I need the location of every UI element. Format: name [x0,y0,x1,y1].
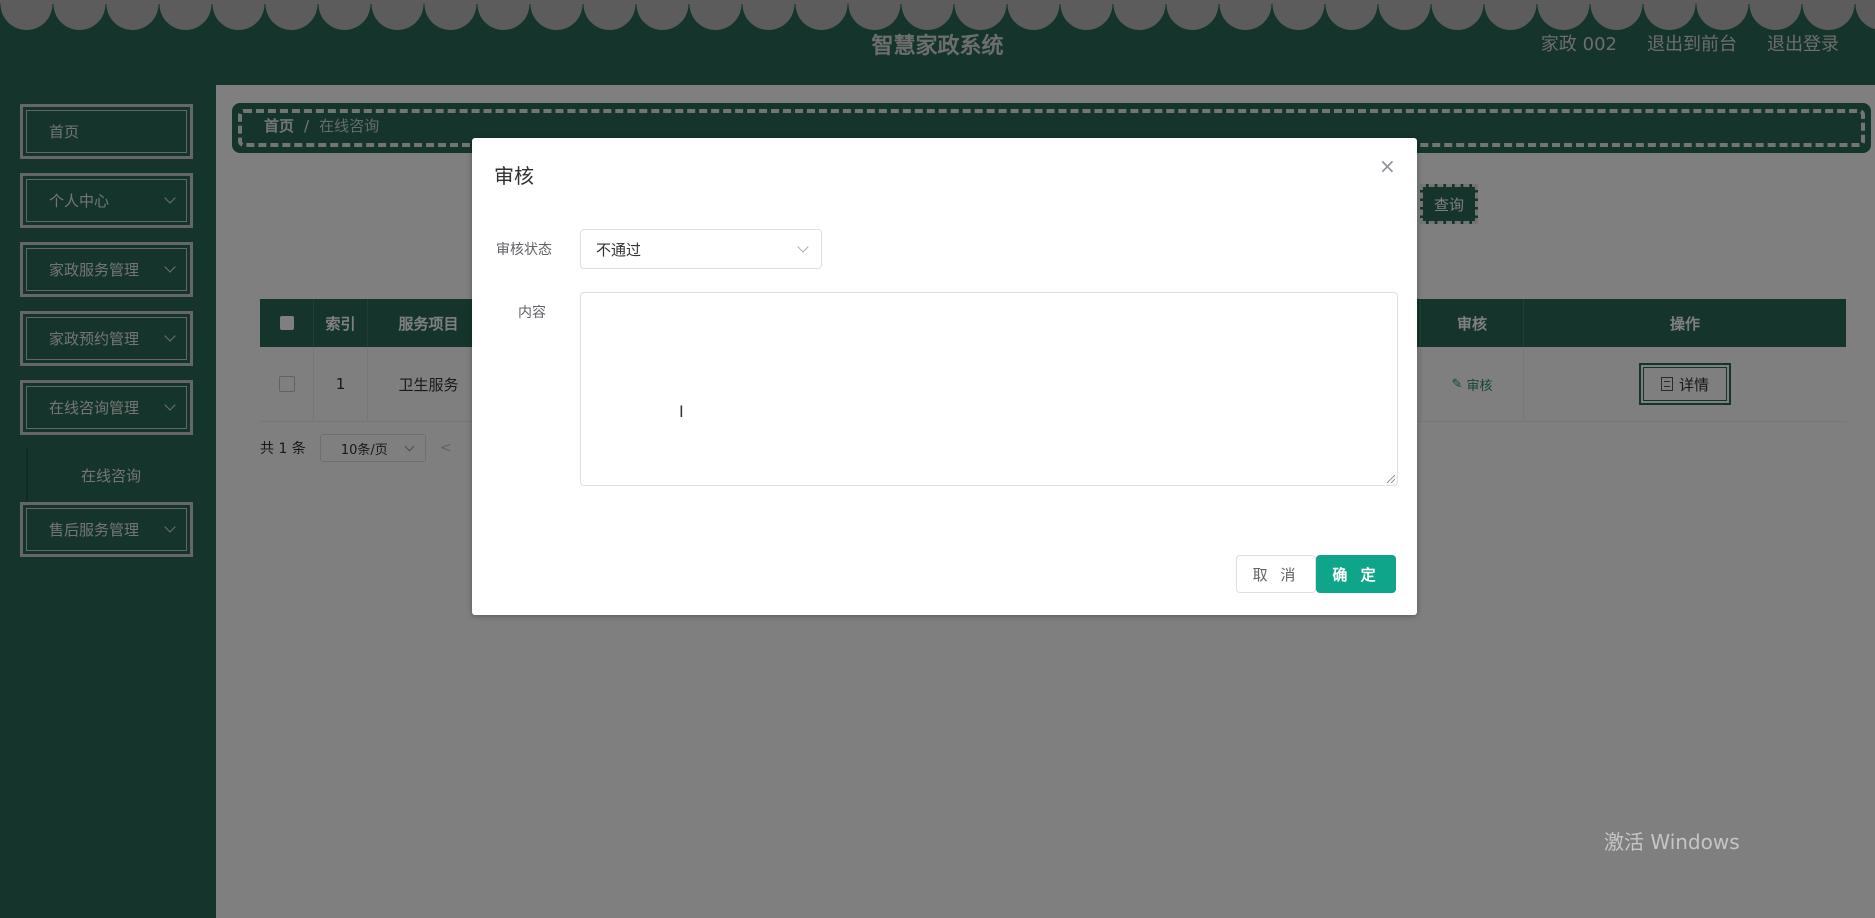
status-select-value: 不通过 [596,240,642,259]
windows-activation-watermark: 激活 Windows [1604,830,1740,854]
audit-dialog: 审核 × 审核状态 不通过 内容 I 取 消 确 定 [472,138,1417,615]
confirm-button[interactable]: 确 定 [1316,555,1396,593]
chevron-down-icon [797,241,809,253]
content-label: 内容 [518,305,546,321]
close-icon[interactable]: × [1379,156,1396,176]
app-root: 智慧家政系统 家政 002 退出到前台 退出登录 首页 个人中心 家政服务管理 … [0,0,1875,918]
status-select[interactable]: 不通过 [580,229,822,269]
status-label: 审核状态 [496,242,552,258]
content-textarea[interactable]: I [580,292,1398,486]
resize-handle-icon[interactable] [1387,475,1395,483]
text-cursor-icon: I [679,402,684,421]
cancel-button[interactable]: 取 消 [1236,555,1316,593]
dialog-title: 审核 [494,164,534,188]
